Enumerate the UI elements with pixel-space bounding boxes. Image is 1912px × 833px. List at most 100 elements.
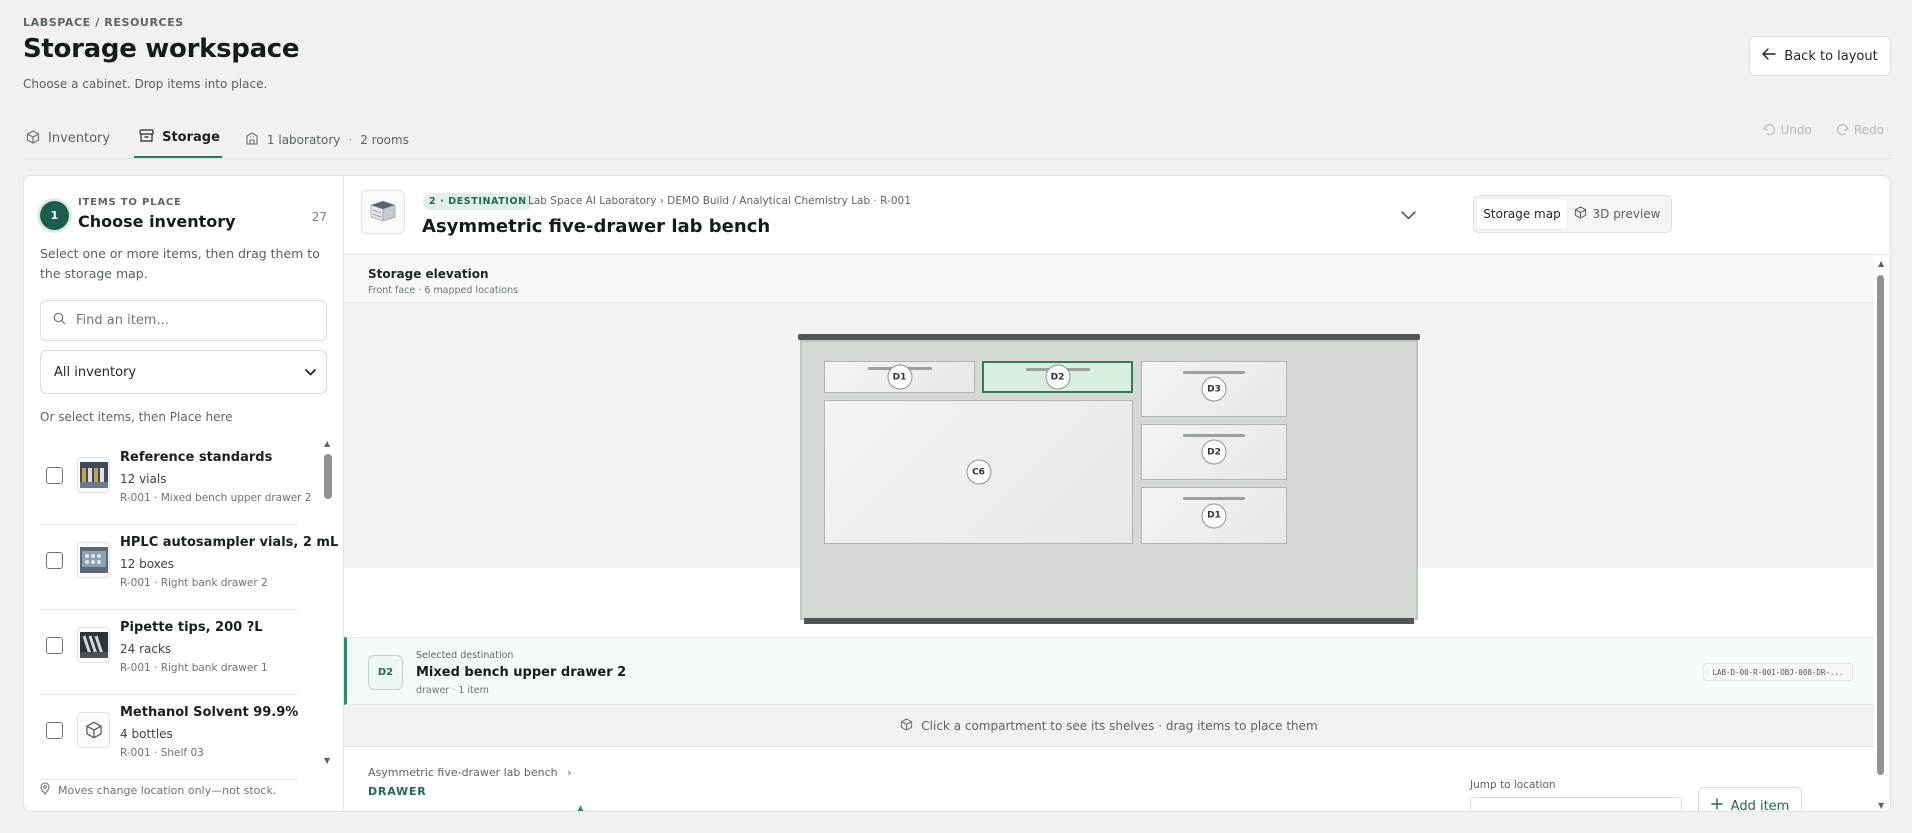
choose-inventory-title: Choose inventory bbox=[78, 212, 236, 231]
redo-icon bbox=[1836, 124, 1849, 136]
compartment-tag: C6 bbox=[966, 459, 991, 485]
chevron-down-icon bbox=[305, 365, 316, 380]
item-checkbox[interactable] bbox=[46, 467, 63, 484]
location-code[interactable]: LAB-D-00-R-001-OBJ-008-DR-... bbox=[1703, 663, 1853, 681]
item-location: R-001 · Right bank drawer 2 bbox=[120, 577, 268, 589]
cube-icon bbox=[900, 717, 913, 734]
add-item-button[interactable]: Add item bbox=[1698, 787, 1802, 811]
page-title: Storage workspace bbox=[23, 34, 300, 64]
compartment-right-1[interactable]: D3 bbox=[1141, 361, 1287, 417]
box-icon bbox=[26, 129, 40, 148]
plus-icon bbox=[1710, 798, 1723, 811]
hint-text: Click a compartment to see its shelves ·… bbox=[921, 718, 1318, 733]
detail-breadcrumb-label: Asymmetric five-drawer lab bench bbox=[368, 766, 558, 779]
scroll-up-arrow[interactable]: ▲ bbox=[1878, 259, 1884, 268]
list-item[interactable]: Methanol Solvent 99.9% 4 bottles R-001 ·… bbox=[40, 695, 298, 780]
selected-badge: D2 bbox=[368, 655, 403, 690]
scroll-down-arrow[interactable]: ▼ bbox=[324, 756, 330, 765]
compartment-tag: D1 bbox=[1201, 503, 1227, 528]
breadcrumb: LABSPACE / RESOURCES bbox=[23, 16, 184, 29]
elevation-subtitle: Front face · 6 mapped locations bbox=[368, 285, 519, 296]
item-location: R-001 · Shelf 03 bbox=[120, 747, 204, 759]
list-item[interactable]: Pipette tips, 200 ?L 24 racks R-001 · Ri… bbox=[40, 610, 298, 695]
view-toggle: Storage map 3D preview bbox=[1473, 195, 1672, 233]
3d-preview-button[interactable]: 3D preview bbox=[1567, 199, 1667, 229]
3d-preview-label: 3D preview bbox=[1592, 207, 1661, 221]
storage-map-button[interactable]: Storage map bbox=[1477, 199, 1567, 229]
items-to-place-label: ITEMS TO PLACE bbox=[78, 197, 182, 208]
compartment-top-mid[interactable]: D2 bbox=[982, 361, 1133, 393]
bench-icon bbox=[361, 190, 405, 234]
compartment-tag: D1 bbox=[887, 364, 912, 390]
destination-panel: 2 · DESTINATION Lab Space AI Laboratory … bbox=[344, 175, 1891, 812]
search-input[interactable]: Find an item... bbox=[40, 300, 327, 341]
vials-thumbnail bbox=[77, 457, 110, 493]
item-quantity: 24 racks bbox=[120, 642, 172, 656]
chevron-down-icon[interactable] bbox=[1401, 209, 1416, 223]
compartment-cabinet[interactable]: C6 bbox=[824, 400, 1133, 544]
cube-icon bbox=[1574, 206, 1587, 222]
compartment-tag: D2 bbox=[1201, 439, 1227, 465]
search-icon bbox=[53, 312, 66, 329]
compartment-top-left[interactable]: D1 bbox=[824, 361, 975, 393]
item-name: HPLC autosampler vials, 2 mL bbox=[120, 535, 339, 550]
detail-breadcrumb[interactable]: Asymmetric five-drawer lab bench › bbox=[368, 766, 572, 779]
drawer-section-label: DRAWER bbox=[368, 785, 427, 798]
tab-storage-label: Storage bbox=[162, 130, 220, 145]
list-item[interactable]: HPLC autosampler vials, 2 mL 12 boxes R-… bbox=[40, 525, 338, 610]
compartment-tag: D3 bbox=[1201, 376, 1227, 402]
inventory-help-text: Select one or more items, then drag them… bbox=[40, 246, 320, 281]
compartment-tag: D2 bbox=[1045, 364, 1070, 390]
list-scrollbar[interactable] bbox=[324, 454, 332, 499]
panel-scrollbar[interactable] bbox=[1877, 275, 1884, 775]
tab-bar: Inventory Storage 1 laboratory · 2 rooms bbox=[23, 115, 409, 158]
elevation-header: Storage elevation Front face · 6 mapped … bbox=[344, 255, 1874, 303]
step-indicator: 1 bbox=[40, 201, 69, 230]
item-quantity: 12 vials bbox=[120, 472, 167, 486]
selected-destination-name: Mixed bench upper drawer 2 bbox=[416, 665, 627, 680]
page-subtitle: Choose a cabinet. Drop items into place. bbox=[23, 77, 268, 91]
tab-inventory-label: Inventory bbox=[48, 131, 111, 146]
inventory-filter-select[interactable]: All inventory bbox=[40, 350, 327, 394]
back-to-layout-button[interactable]: Back to layout bbox=[1749, 36, 1891, 76]
redo-label: Redo bbox=[1853, 123, 1884, 137]
drawer-handle bbox=[1183, 434, 1245, 437]
item-quantity: 12 boxes bbox=[120, 557, 175, 571]
item-name: Methanol Solvent 99.9% bbox=[120, 705, 299, 720]
item-location: R-001 · Right bank drawer 1 bbox=[120, 662, 268, 674]
undo-icon bbox=[1762, 124, 1776, 136]
compartment-right-2[interactable]: D2 bbox=[1141, 424, 1287, 480]
tab-divider bbox=[23, 158, 1891, 159]
item-checkbox[interactable] bbox=[46, 552, 63, 569]
move-footnote: Moves change location only—not stock. bbox=[40, 782, 276, 798]
jump-to-location-label: Jump to location bbox=[1470, 779, 1556, 791]
archive-icon bbox=[139, 129, 154, 146]
history-controls: Undo Redo bbox=[1762, 123, 1884, 137]
bench-base bbox=[804, 618, 1414, 624]
tab-storage[interactable]: Storage bbox=[134, 115, 222, 158]
arrow-left-icon bbox=[1762, 48, 1776, 64]
or-select-hint: Or select items, then Place here bbox=[40, 410, 233, 424]
lab-count: 1 laboratory bbox=[266, 132, 341, 147]
footnote-text: Moves change location only—not stock. bbox=[58, 783, 277, 797]
tab-inventory[interactable]: Inventory bbox=[23, 115, 110, 158]
scroll-up-arrow[interactable]: ▲ bbox=[324, 439, 330, 448]
bench-body: D1 D2 C6 D3 D2 D1 bbox=[800, 340, 1418, 620]
jump-to-location-input[interactable] bbox=[1470, 797, 1682, 811]
item-checkbox[interactable] bbox=[46, 722, 63, 739]
search-placeholder: Find an item... bbox=[76, 313, 169, 328]
item-name: Pipette tips, 200 ?L bbox=[120, 620, 263, 635]
redo-button[interactable]: Redo bbox=[1836, 123, 1884, 137]
compartment-hint: Click a compartment to see its shelves ·… bbox=[344, 705, 1874, 747]
list-item[interactable]: Reference standards 12 vials R-001 · Mix… bbox=[40, 440, 312, 525]
drawer-handle bbox=[1183, 371, 1245, 374]
compartment-right-3[interactable]: D1 bbox=[1141, 487, 1287, 544]
chevron-up-icon[interactable]: ▲ bbox=[577, 804, 584, 811]
undo-button[interactable]: Undo bbox=[1762, 123, 1812, 137]
building-icon bbox=[246, 131, 259, 148]
autosampler-vials-thumbnail bbox=[77, 542, 110, 578]
item-checkbox[interactable] bbox=[46, 637, 63, 654]
scroll-down-arrow[interactable]: ▼ bbox=[1878, 801, 1884, 810]
back-to-layout-label: Back to layout bbox=[1784, 48, 1878, 64]
map-pin-icon bbox=[40, 782, 50, 798]
